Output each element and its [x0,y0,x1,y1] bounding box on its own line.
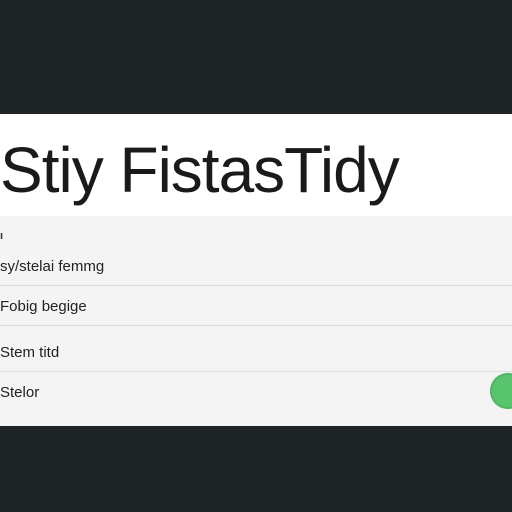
settings-row-label: Stelor [0,384,40,401]
toggle-switch[interactable] [490,373,512,409]
settings-row[interactable]: Stelor [0,372,512,412]
section-label: ı [0,230,4,242]
panel-header: Stiy FistasTidy [0,114,512,216]
settings-panel: Stiy FistasTidy ı sy/stelai femmg Fobig … [0,114,512,426]
settings-row-label: Fobig begige [0,298,87,315]
settings-row-label: sy/stelai femmg [0,258,105,275]
settings-row-label: Stem titd [0,344,60,361]
settings-row[interactable]: sy/stelai femmg [0,246,512,286]
row-divider [0,325,512,326]
app-title: Stiy FistasTidy [0,134,400,206]
settings-row[interactable]: Fobig begige [0,286,512,326]
settings-row[interactable]: Stem titd [0,332,512,372]
